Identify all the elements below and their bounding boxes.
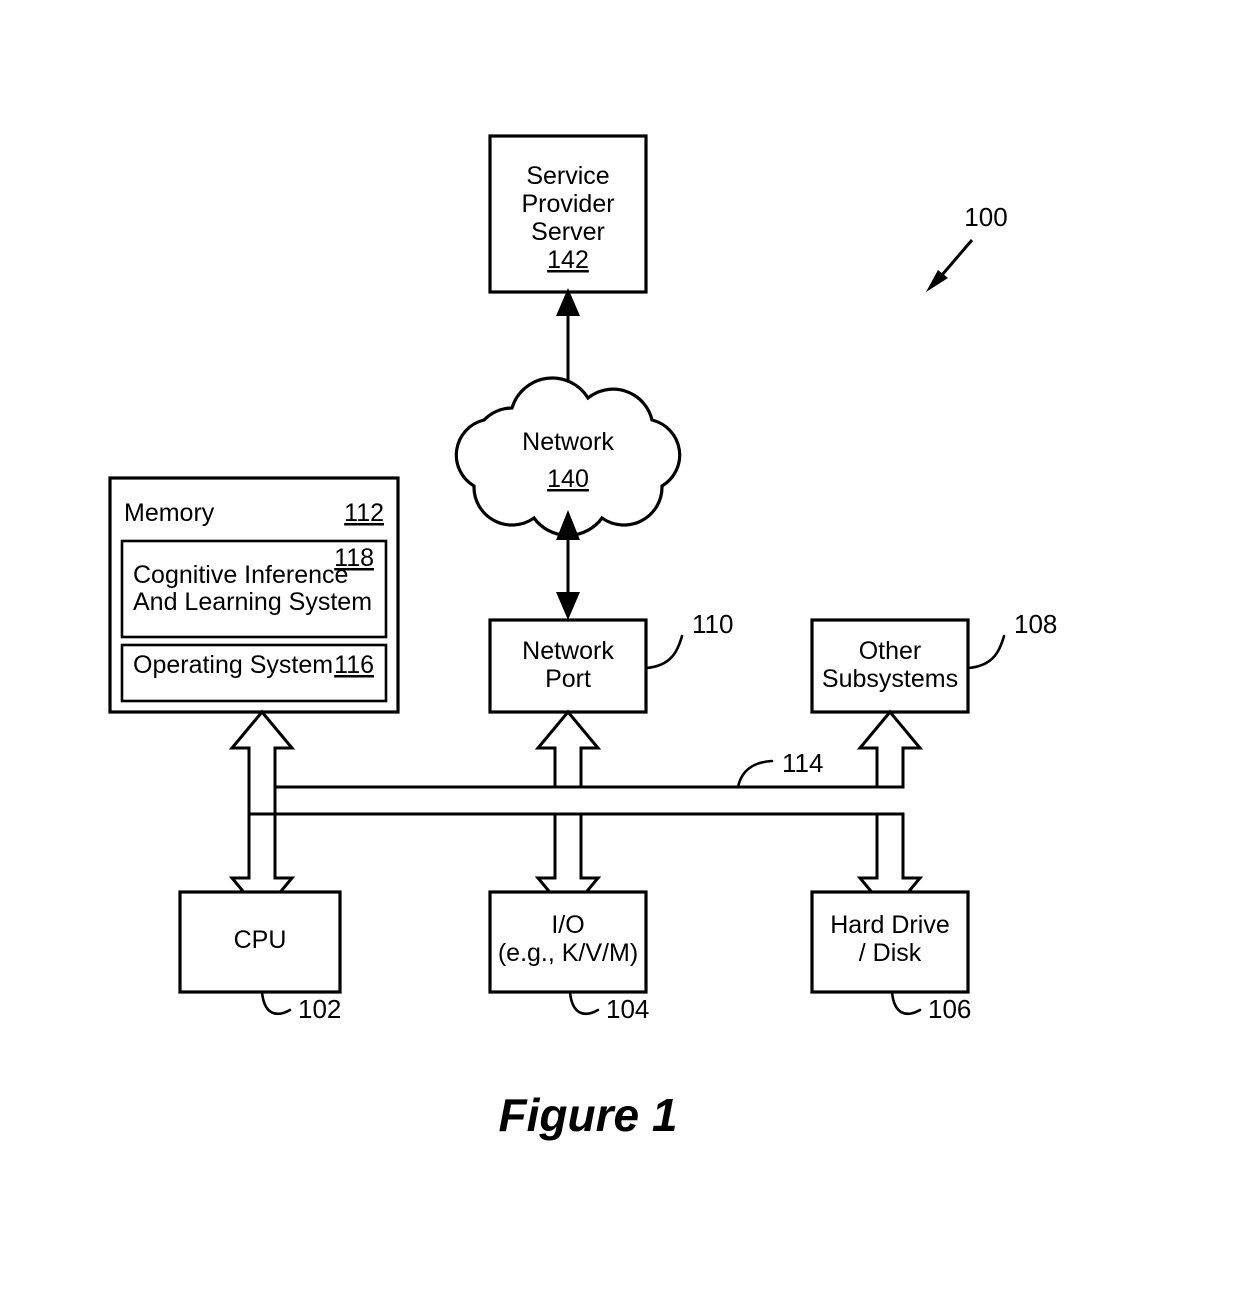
memory-node: Memory 112 118 Cognitive Inference And L…	[108, 476, 400, 714]
cpu-label: CPU	[234, 926, 287, 954]
cognitive-inference-line-1: Cognitive Inference	[133, 561, 348, 589]
other-subsystems-node: Other Subsystems 108	[810, 609, 1057, 714]
operating-system-label: Operating System	[133, 651, 333, 679]
io-ref: 104	[606, 994, 649, 1024]
io-node: I/O (e.g., K/V/M) 104	[488, 890, 649, 1024]
io-leader	[568, 990, 600, 1015]
hard-drive-line-1: Hard Drive	[830, 911, 949, 939]
other-subsystems-up-arrow	[856, 709, 924, 789]
network-port-line-1: Network	[522, 637, 614, 665]
bus-leader	[736, 759, 774, 789]
service-provider-server-line-3: Server	[531, 218, 605, 246]
service-provider-server-line-2: Provider	[521, 190, 614, 218]
network-port-node: Network Port 110	[488, 609, 733, 714]
diagram-canvas: Service Provider Server 142 Network 140 …	[108, 134, 1057, 1141]
patent-figure: Service Provider Server 142 Network 140 …	[0, 0, 1240, 1299]
network-port-line-2: Port	[545, 665, 591, 693]
network-cloud-ref: 140	[547, 465, 589, 493]
other-subsystems-leader	[966, 634, 1006, 670]
hard-drive-line-2: / Disk	[859, 939, 922, 967]
system-callout-100: 100	[926, 202, 1008, 292]
bus-branch-network-port	[534, 709, 602, 789]
service-provider-server-node: Service Provider Server 142	[488, 134, 648, 294]
network-port-leader	[644, 634, 684, 670]
service-provider-server-ref: 142	[547, 246, 589, 274]
arrow-head-down-to-port	[556, 592, 580, 620]
memory-ref: 112	[344, 499, 384, 527]
system-ref-label: 100	[964, 202, 1007, 232]
hard-drive-node: Hard Drive / Disk 106	[810, 890, 971, 1024]
figure-caption: Figure 1	[499, 1089, 678, 1141]
bus-ref: 114	[782, 748, 823, 778]
hard-drive-leader	[890, 990, 922, 1015]
cpu-node: CPU 102	[178, 890, 342, 1024]
io-line-2: (e.g., K/V/M)	[498, 939, 638, 967]
other-subsystems-line-2: Subsystems	[822, 665, 958, 693]
cognitive-inference-line-2: And Learning System	[133, 588, 372, 616]
service-provider-server-line-1: Service	[526, 162, 609, 190]
operating-system-ref: 116	[334, 651, 374, 679]
cpu-ref: 102	[298, 994, 341, 1024]
network-cloud-label: Network	[522, 428, 614, 456]
other-subsystems-ref: 108	[1014, 609, 1057, 639]
memory-label: Memory	[124, 499, 215, 527]
cpu-leader	[260, 990, 292, 1015]
bus-branch-other-subsystems	[856, 709, 924, 789]
network-port-up-arrow	[534, 709, 602, 789]
network-port-ref: 110	[692, 609, 733, 639]
hard-drive-ref: 106	[928, 994, 971, 1024]
other-subsystems-line-1: Other	[859, 637, 922, 665]
io-line-1: I/O	[551, 911, 584, 939]
